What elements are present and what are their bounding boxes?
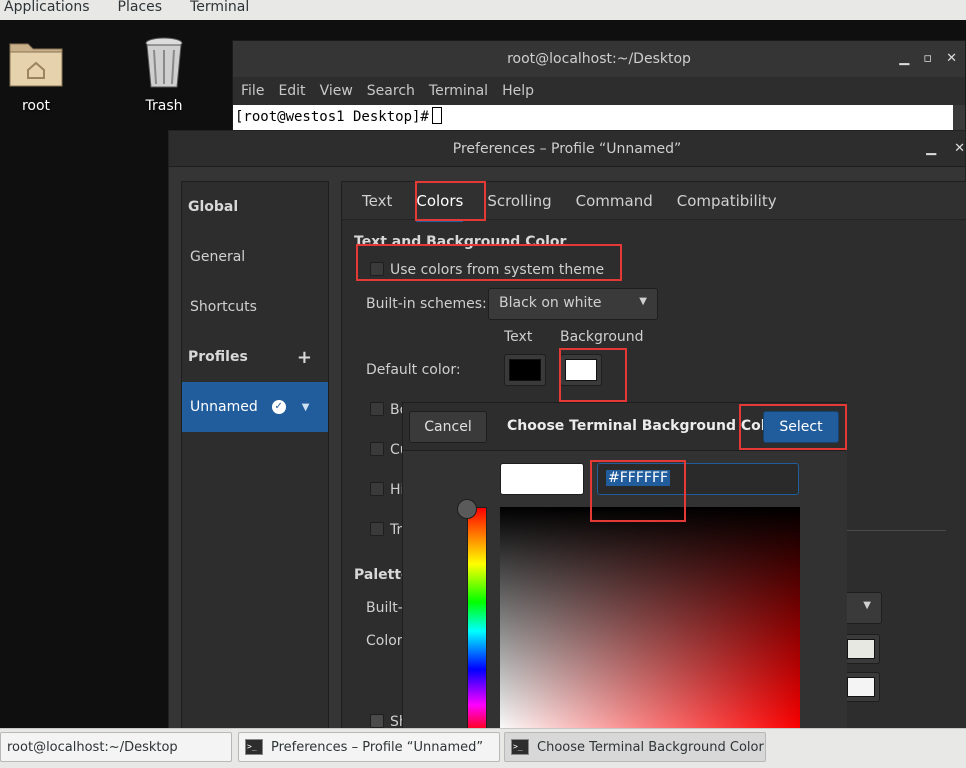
terminal-menubar: File Edit View Search Terminal Help	[233, 77, 965, 105]
default-color-label: Default color:	[366, 362, 461, 378]
palette-builtin-label: Built-i	[366, 600, 407, 616]
places-menu[interactable]: Places	[114, 0, 163, 14]
text-color-button[interactable]	[504, 354, 546, 386]
terminal-output[interactable]: [root@westos1 Desktop]#	[233, 105, 955, 131]
sidebar-item-unnamed[interactable]: Unnamed ✓ ▼	[182, 382, 328, 432]
sidebar-item-general[interactable]: General	[182, 232, 328, 282]
hue-slider[interactable]	[467, 507, 487, 733]
desktop-icon-root[interactable]: root	[0, 34, 76, 114]
close-icon[interactable]: ✕	[954, 141, 965, 156]
annotation-box	[739, 404, 847, 450]
terminal-app-icon: >_	[511, 739, 529, 755]
maximize-icon[interactable]: ▫	[923, 51, 932, 66]
builtin-schemes-value: Black on white	[499, 295, 602, 311]
terminal-app-menu[interactable]: Terminal	[186, 0, 249, 14]
divider	[842, 530, 946, 531]
preferences-title: Preferences – Profile “Unnamed”	[452, 140, 682, 157]
profile-name: Unnamed	[190, 399, 258, 415]
current-color-swatch	[500, 463, 584, 495]
taskbar-item-label: root@localhost:~/Desktop	[7, 739, 178, 755]
taskbar-item-preferences[interactable]: >_ Preferences – Profile “Unnamed”	[238, 732, 500, 762]
menu-file[interactable]: File	[241, 83, 264, 99]
taskbar: root@localhost:~/Desktop >_ Preferences …	[0, 728, 966, 768]
profile-menu-chevron-down-icon[interactable]: ▼	[302, 402, 310, 413]
cursor-color-checkbox[interactable]	[370, 442, 384, 456]
trash-icon	[145, 37, 183, 88]
saturation-value-plane[interactable]	[500, 507, 800, 733]
tab-text[interactable]: Text	[362, 186, 392, 216]
highlight-color-row[interactable]: Hi	[370, 482, 404, 498]
terminal-window: root@localhost:~/Desktop ▁ ▫ ✕ File Edit…	[232, 40, 966, 133]
sidebar-header-global: Global	[188, 199, 239, 215]
sidebar-profiles-label: Profiles	[188, 349, 248, 365]
applications-menu[interactable]: Applications	[0, 0, 90, 14]
palette-swatch	[847, 677, 875, 697]
taskbar-item-color-chooser[interactable]: >_ Choose Terminal Background Color	[504, 732, 766, 762]
palette-swatch-button[interactable]	[842, 634, 880, 664]
annotation-box	[415, 181, 486, 221]
hue-slider-handle[interactable]	[457, 499, 477, 519]
sidebar-item-shortcuts[interactable]: Shortcuts	[182, 282, 328, 332]
terminal-scrollbar[interactable]	[953, 105, 965, 133]
desktop-icon-trash[interactable]: Trash	[124, 36, 204, 114]
transparent-bg-row[interactable]: Tr	[370, 522, 402, 538]
palette-swatch-button[interactable]	[842, 672, 880, 702]
taskbar-item-label: Choose Terminal Background Color	[537, 739, 764, 755]
column-background: Background	[560, 329, 644, 345]
desktop-icon-label: root	[21, 98, 51, 114]
tab-compatibility[interactable]: Compatibility	[677, 186, 777, 216]
terminal-titlebar[interactable]: root@localhost:~/Desktop ▁ ▫ ✕	[233, 41, 965, 77]
text-color-swatch	[509, 359, 541, 381]
preferences-titlebar[interactable]: Preferences – Profile “Unnamed” ▁ ✕	[169, 131, 965, 167]
palette-swatch	[847, 639, 875, 659]
transparent-bg-checkbox[interactable]	[370, 522, 384, 536]
tab-scrolling[interactable]: Scrolling	[487, 186, 551, 216]
minimize-icon[interactable]: ▁	[899, 51, 909, 66]
top-panel: Applications Places Terminal	[0, 0, 966, 20]
terminal-app-icon: >_	[245, 739, 263, 755]
annotation-box	[356, 244, 622, 281]
home-folder-icon	[9, 43, 63, 87]
palette-scheme-select[interactable]: ▼	[842, 592, 882, 624]
menu-search[interactable]: Search	[367, 83, 415, 99]
column-text: Text	[504, 329, 533, 345]
chevron-down-icon: ▼	[863, 600, 871, 611]
sidebar-header-profiles: Profiles +	[182, 332, 328, 382]
menu-terminal[interactable]: Terminal	[429, 83, 488, 99]
taskbar-item-label: Preferences – Profile “Unnamed”	[271, 739, 484, 755]
show-bold-checkbox[interactable]	[370, 714, 384, 728]
bold-color-checkbox[interactable]	[370, 402, 384, 416]
preferences-sidebar: Global General Shortcuts Profiles + Unna…	[181, 181, 329, 731]
color-palette-label: Color	[366, 633, 403, 649]
menu-help[interactable]: Help	[502, 83, 534, 99]
taskbar-item-terminal[interactable]: root@localhost:~/Desktop	[0, 732, 232, 762]
minimize-icon[interactable]: ▁	[926, 141, 936, 156]
default-profile-check-icon: ✓	[271, 400, 286, 414]
terminal-title: root@localhost:~/Desktop	[507, 51, 691, 67]
transparent-bg-label: Tr	[390, 522, 403, 538]
annotation-box	[559, 348, 627, 402]
menu-edit[interactable]: Edit	[278, 83, 305, 99]
annotation-box	[590, 460, 686, 522]
terminal-prompt: [root@westos1 Desktop]#	[235, 109, 429, 125]
highlight-color-checkbox[interactable]	[370, 482, 384, 496]
terminal-cursor	[431, 107, 442, 124]
close-icon[interactable]: ✕	[946, 51, 957, 66]
builtin-schemes-select[interactable]: Black on white ▼	[488, 288, 658, 320]
chevron-down-icon: ▼	[639, 296, 647, 307]
add-profile-icon[interactable]: +	[297, 347, 312, 368]
cancel-button[interactable]: Cancel	[409, 411, 487, 443]
desktop-icon-label: Trash	[145, 98, 183, 114]
color-chooser-dialog: Cancel Choose Terminal Background Color …	[402, 402, 847, 733]
menu-view[interactable]: View	[320, 83, 353, 99]
builtin-schemes-label: Built-in schemes:	[366, 296, 487, 312]
tab-command[interactable]: Command	[576, 186, 653, 216]
